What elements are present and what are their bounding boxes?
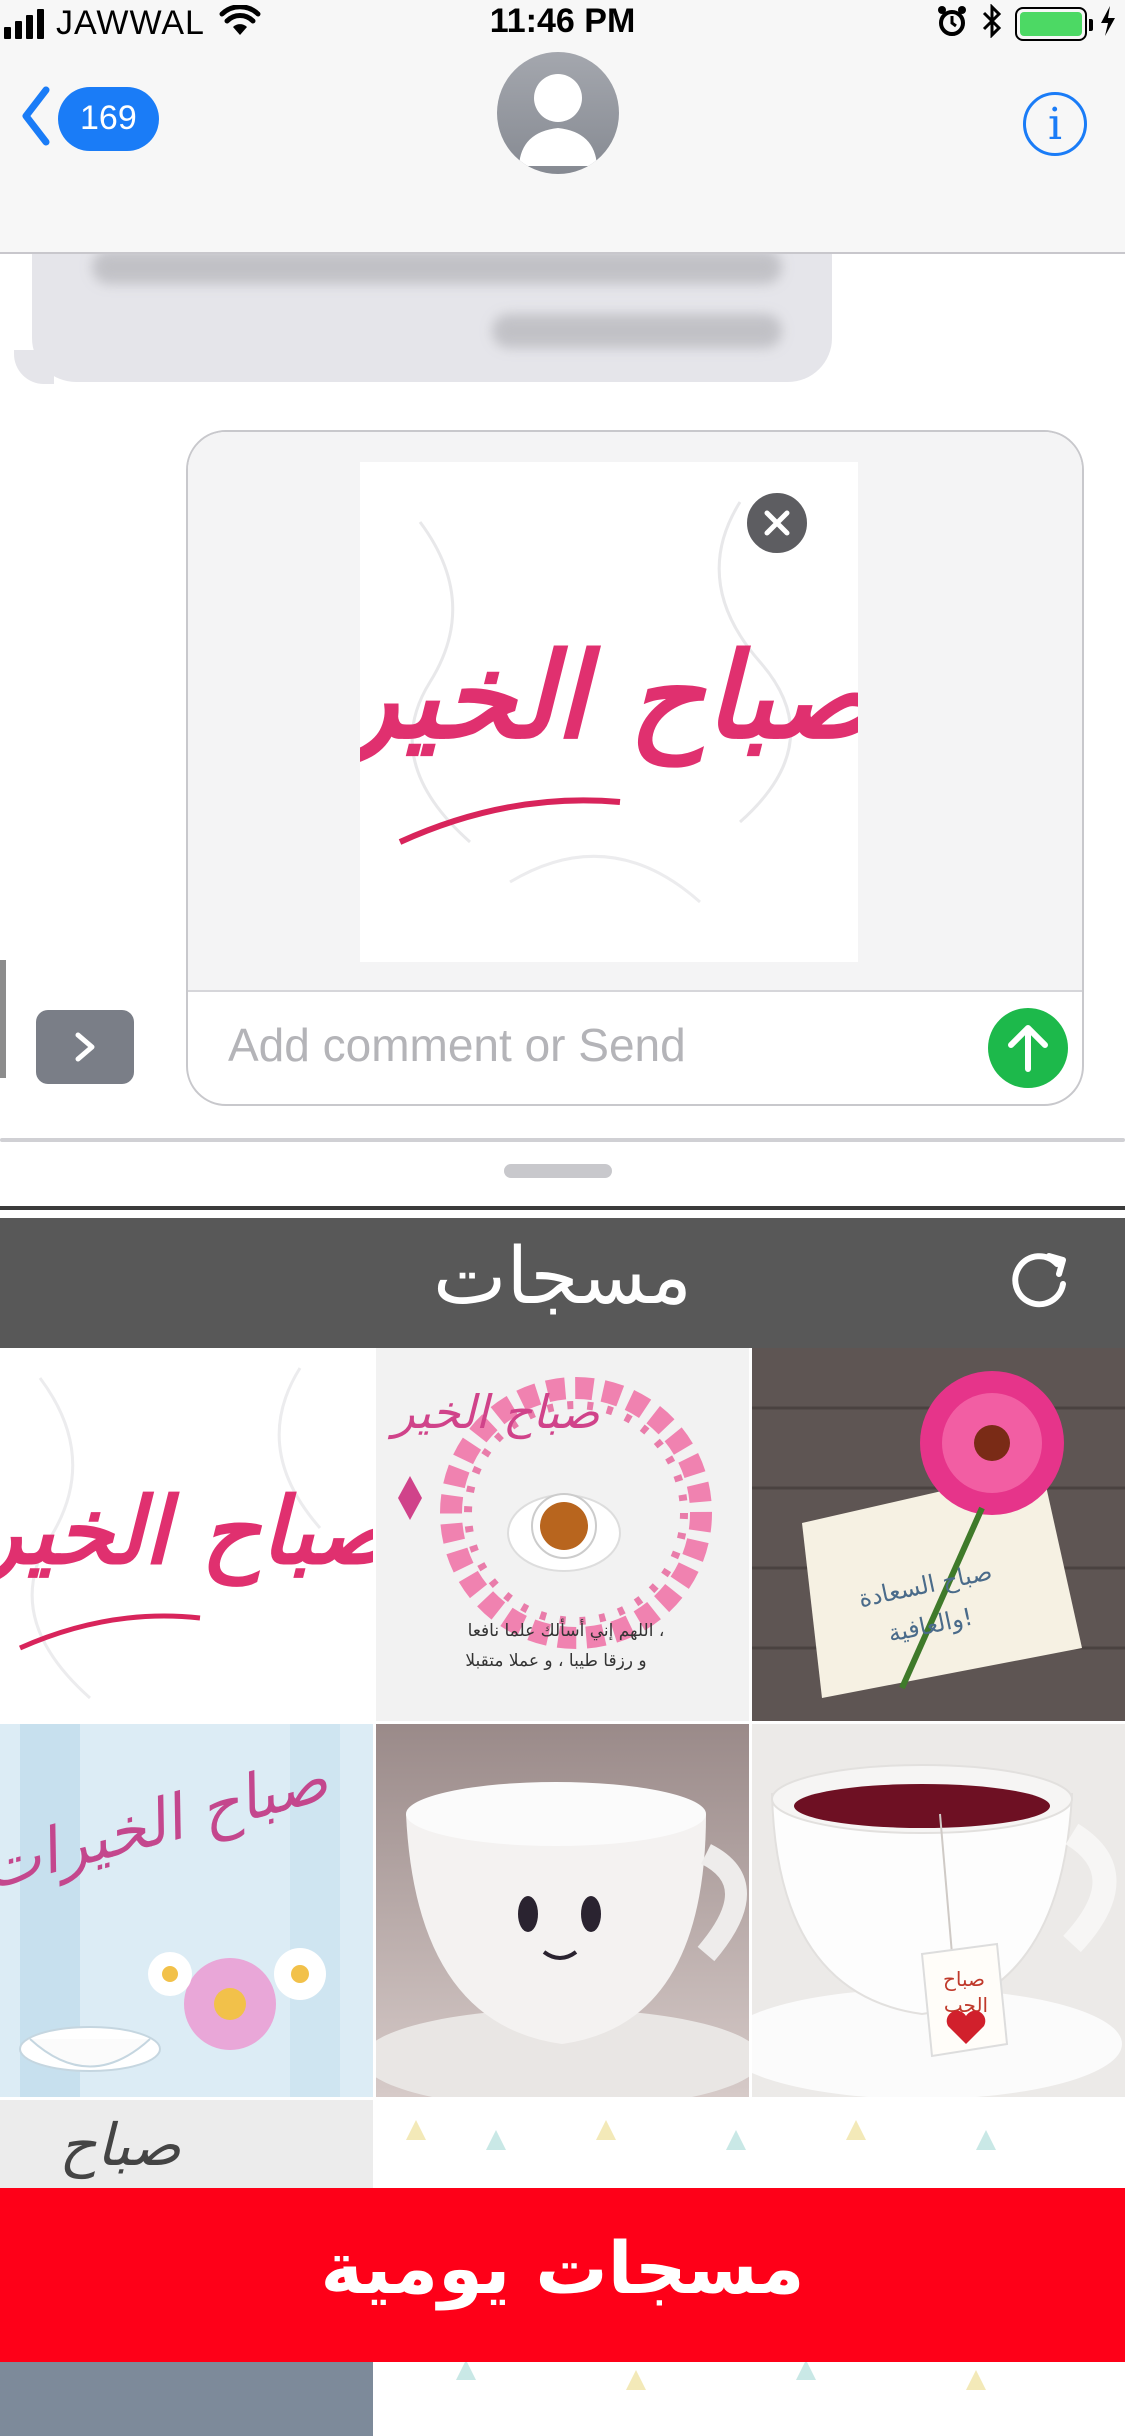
info-button[interactable]: i [1023, 92, 1087, 156]
comment-input[interactable]: Add comment or Send [228, 1018, 686, 1072]
sticker-tile[interactable]: صباح الخير [0, 1348, 373, 1721]
charging-icon [1099, 5, 1117, 42]
chevron-right-icon [75, 1032, 95, 1062]
refresh-icon [1012, 1253, 1066, 1308]
promo-banner[interactable]: مسجات يومية [0, 2188, 1125, 2362]
tile-subcaption: اللهم إني أسألك علما نافعا ، [468, 1618, 665, 1641]
arrow-up-icon [1008, 1025, 1048, 1072]
drawer-grabber[interactable] [504, 1164, 612, 1178]
app-top-border [0, 1206, 1125, 1210]
back-button[interactable]: 169 [20, 84, 159, 153]
tile-caption: صباح الخير [0, 1477, 373, 1587]
alarm-icon [935, 4, 969, 43]
contact-avatar[interactable] [497, 52, 619, 174]
sticker-preview-area: صباح الخير [188, 432, 1082, 990]
tile-caption: صباح [943, 1967, 985, 1991]
status-right [935, 3, 1117, 43]
conversation-header: 169 i [0, 44, 1125, 254]
chevron-left-icon [20, 84, 50, 153]
app-header: مسجات [0, 1218, 1125, 1348]
app-title: مسجات [433, 1232, 692, 1322]
app-drawer-toggle-button[interactable] [36, 1010, 134, 1084]
banner-text: مسجات يومية [320, 2226, 805, 2310]
bluetooth-icon [981, 3, 1003, 43]
close-icon [764, 510, 790, 536]
sticker-tile[interactable]: صباح الخير اللهم إني أسألك علما نافعا ، … [376, 1348, 749, 1721]
sticker-tile[interactable]: صباح السعادة والعافية! [752, 1348, 1125, 1721]
battery-icon [1015, 6, 1093, 41]
unread-badge: 169 [58, 86, 159, 151]
sticker-caption: صباح الخير [360, 626, 858, 768]
drawer-top-border [0, 1138, 1125, 1142]
imessage-screen: JAWWAL 11:46 PM 169 i صباح الخير Add com… [0, 0, 1125, 2436]
refresh-button[interactable] [1005, 1244, 1075, 1314]
compose-divider [188, 990, 1082, 992]
status-bar: JAWWAL 11:46 PM [0, 0, 1125, 44]
sticker-tile[interactable]: صباح الحب [752, 1724, 1125, 2097]
send-button[interactable] [988, 1008, 1068, 1088]
tile-caption: صباح [59, 2111, 182, 2180]
tile-caption: صباح الخير [387, 1385, 600, 1440]
sticker-tile[interactable]: صباح الخيرات [0, 1724, 373, 2097]
sticker-tile[interactable] [376, 1724, 749, 2097]
person-silhouette-icon [519, 74, 597, 166]
edge-indicator [0, 960, 6, 1078]
tile-subcaption: و رزقا طيبا ، و عملا متقبلا [465, 1651, 646, 1671]
remove-attachment-button[interactable] [743, 489, 811, 557]
compose-card: صباح الخير Add comment or Send [186, 430, 1084, 1106]
